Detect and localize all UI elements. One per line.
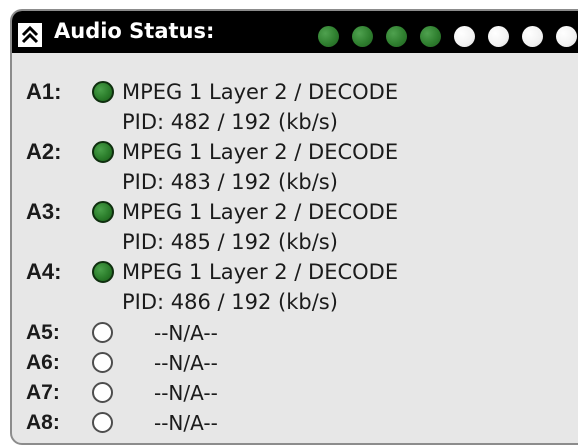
channel-label: A2: bbox=[26, 139, 62, 164]
status-indicator-icon bbox=[92, 382, 113, 403]
audio-status-panel: Audio Status: A1: MPEG 1 Layer 2 / DECOD… bbox=[10, 9, 578, 445]
codec-text: MPEG 1 Layer 2 / DECODE bbox=[122, 140, 399, 164]
indicator-a3 bbox=[386, 26, 407, 47]
panel-header: Audio Status: bbox=[12, 11, 578, 53]
channel-label: A7: bbox=[26, 381, 60, 404]
indicator-a7 bbox=[522, 26, 543, 47]
na-text: --N/A-- bbox=[154, 411, 218, 435]
status-indicator-icon bbox=[92, 141, 114, 163]
codec-text: MPEG 1 Layer 2 / DECODE bbox=[122, 260, 399, 284]
indicator-a8 bbox=[556, 26, 577, 47]
status-indicator-icon bbox=[92, 201, 114, 223]
double-chevron-up-icon bbox=[21, 25, 39, 44]
na-text: --N/A-- bbox=[154, 321, 218, 345]
codec-text: MPEG 1 Layer 2 / DECODE bbox=[122, 200, 399, 224]
channel-label: A1: bbox=[26, 79, 62, 104]
status-indicator-icon bbox=[92, 81, 114, 103]
collapse-button[interactable] bbox=[18, 23, 42, 47]
na-text: --N/A-- bbox=[154, 351, 218, 375]
status-indicator-icon bbox=[92, 322, 113, 343]
channel-label: A4: bbox=[26, 259, 62, 284]
indicator-a6 bbox=[488, 26, 509, 47]
indicator-a2 bbox=[352, 26, 373, 47]
channel-label: A6: bbox=[26, 351, 60, 374]
na-text: --N/A-- bbox=[154, 381, 218, 405]
status-indicator-icon bbox=[92, 261, 114, 283]
panel-title: Audio Status: bbox=[54, 19, 215, 43]
pid-text: PID: 486 / 192 (kb/s) bbox=[122, 290, 338, 314]
status-indicator-icon bbox=[92, 412, 113, 433]
channel-label: A8: bbox=[26, 411, 60, 434]
pid-text: PID: 482 / 192 (kb/s) bbox=[122, 110, 338, 134]
status-indicator-icon bbox=[92, 352, 113, 373]
channel-label: A3: bbox=[26, 199, 62, 224]
pid-text: PID: 485 / 192 (kb/s) bbox=[122, 230, 338, 254]
indicator-a5 bbox=[454, 26, 475, 47]
channel-label: A5: bbox=[26, 321, 60, 344]
codec-text: MPEG 1 Layer 2 / DECODE bbox=[122, 80, 399, 104]
indicator-a4 bbox=[420, 26, 441, 47]
indicator-a1 bbox=[318, 26, 339, 47]
pid-text: PID: 483 / 192 (kb/s) bbox=[122, 170, 338, 194]
